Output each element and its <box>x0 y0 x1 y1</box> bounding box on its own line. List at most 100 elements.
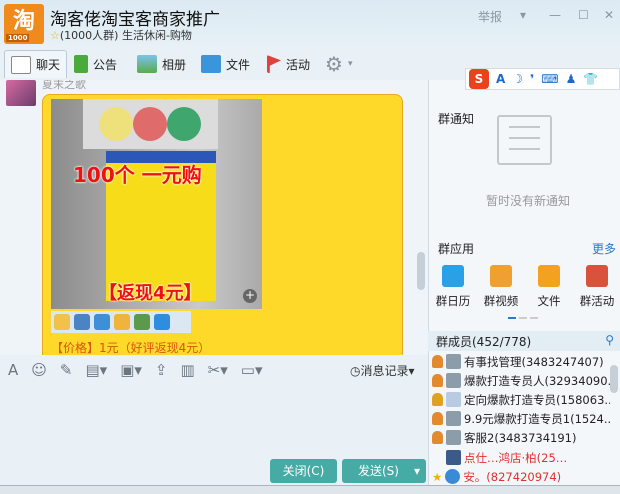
avatar <box>446 373 461 388</box>
sender-name: 夏末之歌 <box>42 80 86 91</box>
app-activity[interactable]: 群活动 <box>572 265 620 309</box>
tab-label: 相册 <box>162 57 187 72</box>
gift-icon[interactable]: ▥ <box>180 361 194 379</box>
magic-icon[interactable]: ✎ <box>60 361 73 379</box>
font-icon[interactable]: A <box>8 361 18 379</box>
tab-files[interactable]: 文件 <box>201 50 250 78</box>
album-icon <box>137 55 157 73</box>
tab-label: 公告 <box>93 57 118 72</box>
settings-button[interactable]: ⚙ ▾ <box>325 50 352 78</box>
member-item[interactable]: 点仕…鸿店·柏(25… <box>432 448 610 467</box>
price-line: 【价格】1元（好评返现4元） <box>51 341 211 355</box>
group-subtitle: ☆(1000人群) 生活休闲-购物 <box>50 27 192 43</box>
scissors-icon[interactable]: ✂▾ <box>208 361 228 379</box>
avatar <box>446 411 461 426</box>
ime-user-icon[interactable]: ♟ <box>566 72 577 86</box>
calendar-icon <box>442 265 464 287</box>
member-item[interactable]: 定向爆款打造专员(158063... <box>432 390 610 409</box>
page-indicator[interactable] <box>508 317 538 319</box>
activity-icon <box>586 265 608 287</box>
logo-badge: 1000 <box>6 34 30 42</box>
save-icon[interactable] <box>74 314 90 330</box>
zoom-in-icon[interactable]: + <box>243 289 257 303</box>
group-subtitle-text: (1000人群) 生活休闲-购物 <box>59 29 192 42</box>
send-button[interactable]: 发送(S) ▾ <box>342 459 426 483</box>
tab-chat[interactable]: 聊天 <box>4 50 68 78</box>
tab-label: 活动 <box>286 57 311 72</box>
minimize-button[interactable]: — <box>549 8 561 22</box>
ime-moon-icon[interactable]: ☽ <box>512 72 523 86</box>
image-toolbar <box>51 311 191 333</box>
ime-skin-icon[interactable]: 👕 <box>583 72 598 86</box>
report-button[interactable]: 举报 <box>478 8 502 25</box>
screen-icon[interactable] <box>94 314 110 330</box>
chat-scrollbar[interactable] <box>417 252 425 290</box>
member-icon <box>432 412 443 425</box>
avatar <box>446 450 461 465</box>
member-item[interactable]: 9.9元爆款打造专员1(1524... <box>432 409 610 428</box>
notice-board-icon <box>497 115 552 165</box>
add-emoji-icon[interactable] <box>54 314 70 330</box>
ime-logo-icon[interactable]: S <box>469 69 489 89</box>
close-chat-button[interactable]: 关闭(C) <box>270 459 337 483</box>
menu-dropdown-icon[interactable]: ▾ <box>520 8 526 22</box>
close-button[interactable]: ✕ <box>604 8 614 22</box>
more-tools-icon[interactable]: ▭▾ <box>241 361 263 379</box>
no-notice-text: 暂时没有新通知 <box>486 194 571 208</box>
picture-icon[interactable] <box>134 314 150 330</box>
emoji-icon[interactable]: ☺ <box>31 361 47 379</box>
gear-icon: ⚙ <box>325 52 343 76</box>
member-icon <box>432 374 443 387</box>
app-files[interactable]: 文件 <box>524 265 574 309</box>
member-item[interactable]: 爆款打造专员人(32934090... <box>432 371 610 390</box>
member-name: 9.9元爆款打造专员1(1524... <box>464 411 610 426</box>
maximize-button[interactable]: ☐ <box>578 8 589 22</box>
app-calendar[interactable]: 群日历 <box>428 265 478 309</box>
members-scrollbar[interactable] <box>610 365 618 393</box>
flag-icon <box>267 55 281 73</box>
image-icon[interactable]: ▣▾ <box>120 361 142 379</box>
folder-icon <box>201 55 221 73</box>
member-icon <box>432 431 443 444</box>
members-title: 群成员(452/778) <box>436 335 532 349</box>
app-label: 文件 <box>537 294 561 308</box>
tab-announcement[interactable]: 公告 <box>74 50 117 78</box>
send-options-chevron-icon[interactable]: ▾ <box>414 459 420 483</box>
member-item[interactable]: 有事找管理(3483247407) <box>432 352 610 371</box>
edit-icon[interactable] <box>114 314 130 330</box>
members-header: 群成员(452/778) ⚲ <box>428 331 620 351</box>
ime-font-icon[interactable]: A <box>496 72 505 86</box>
app-label: 群日历 <box>435 294 471 308</box>
cashback-text: 【返现4元】 <box>99 283 202 304</box>
tab-album[interactable]: 相册 <box>137 50 186 78</box>
product-rolls <box>83 99 218 149</box>
avatar <box>445 469 461 484</box>
app-video[interactable]: 群视频 <box>476 265 526 309</box>
message-history-button[interactable]: ◷消息记录▾ <box>350 362 415 379</box>
more-apps-link[interactable]: 更多 <box>592 240 616 257</box>
tab-activity[interactable]: 活动 <box>267 50 310 78</box>
tab-label: 文件 <box>226 57 251 72</box>
member-item[interactable]: 客服2(3483734191) <box>432 428 610 447</box>
search-icon[interactable]: ⚲ <box>605 333 614 347</box>
ime-keyboard-icon[interactable]: ⌨ <box>541 72 558 86</box>
member-name: 安。(827420974) <box>463 469 562 484</box>
video-icon <box>490 265 512 287</box>
chevron-down-icon: ▾ <box>347 59 353 69</box>
ime-punct-icon[interactable]: ❜ <box>530 72 534 86</box>
notice-title: 群通知 <box>438 112 475 126</box>
product-image[interactable]: 100个 一元购 【返现4元】 + <box>51 99 262 309</box>
favorite-icon[interactable] <box>154 314 170 330</box>
logo-text: 淘 <box>12 9 35 34</box>
member-name: 爆款打造专员人(32934090... <box>464 373 610 388</box>
member-name: 定向爆款打造专员(158063... <box>464 392 610 407</box>
member-item[interactable]: ★ 安。(827420974) <box>432 467 610 486</box>
gif-icon[interactable]: ▤▾ <box>85 361 107 379</box>
megaphone-icon <box>74 55 88 73</box>
star-icon: ★ <box>432 469 443 484</box>
title-bar: 淘 1000 淘客佬淘宝客商家推广 ☆(1000人群) 生活休闲-购物 举报 ▾ … <box>0 0 620 45</box>
star-icon: ☆ <box>50 29 60 42</box>
sender-avatar[interactable] <box>6 80 36 106</box>
promo-text: 100个 一元购 <box>73 163 202 187</box>
upload-icon[interactable]: ⇪ <box>155 361 168 379</box>
